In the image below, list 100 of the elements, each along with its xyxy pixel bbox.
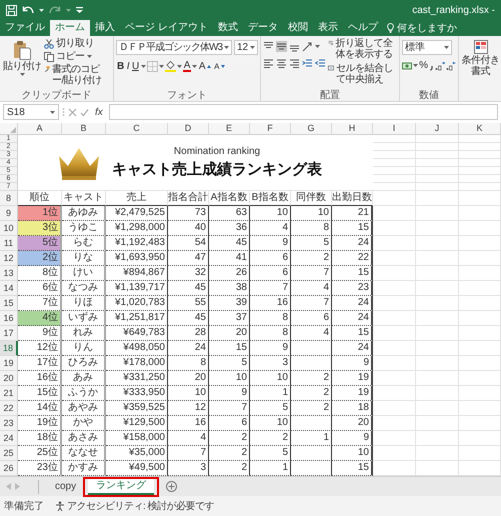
column-header[interactable]: D <box>168 123 209 135</box>
column-header[interactable]: A <box>18 123 62 135</box>
accessibility-button[interactable]: アクセシビリティ: 検討が必要です <box>54 500 216 512</box>
add-sheet-button[interactable] <box>166 481 178 492</box>
font-name-dropdown[interactable]: ＤＦＰ平成ゴシック体W3 <box>116 40 232 55</box>
empty-cell[interactable] <box>291 356 332 371</box>
accounting-format-button[interactable] <box>402 60 412 70</box>
font-size-dropdown[interactable]: 12 <box>234 40 258 55</box>
italic-button[interactable]: I <box>126 60 130 72</box>
row-header[interactable]: 13 <box>0 266 18 281</box>
row-header[interactable]: 14 <box>0 281 18 296</box>
resize-handle-icon[interactable] <box>62 107 65 117</box>
sheet-tab[interactable]: copy <box>47 478 84 494</box>
row-header[interactable]: 8 <box>0 191 18 206</box>
column-header[interactable]: B <box>62 123 106 135</box>
caret-icon[interactable] <box>315 45 320 48</box>
caret-icon[interactable] <box>39 8 44 12</box>
fill-color-button[interactable] <box>164 60 176 72</box>
row-header[interactable]: 25 <box>0 446 18 461</box>
row-header[interactable]: 12 <box>0 251 18 266</box>
previous-sheet-icon[interactable] <box>6 483 11 490</box>
column-header[interactable]: K <box>459 123 501 135</box>
caret-icon[interactable] <box>444 46 450 49</box>
customize-icon[interactable] <box>76 7 83 13</box>
ribbon-tab[interactable]: ページ レイアウト <box>120 20 213 36</box>
column-header[interactable]: C <box>106 123 168 135</box>
column-header[interactable]: I <box>373 123 416 135</box>
caret-icon[interactable] <box>176 64 182 68</box>
cut-button[interactable]: 切り取り <box>43 38 111 49</box>
grow-font-button[interactable]: A <box>198 60 212 72</box>
align-button[interactable] <box>276 58 288 69</box>
caret-icon[interactable] <box>413 64 418 67</box>
number-format-dropdown[interactable]: 標準 <box>402 40 452 55</box>
column-header[interactable]: F <box>250 123 291 135</box>
row-header[interactable]: 23 <box>0 416 18 431</box>
caret-icon[interactable] <box>86 55 92 58</box>
caret-icon[interactable] <box>20 73 24 76</box>
align-button[interactable] <box>289 58 300 69</box>
column-header[interactable]: H <box>332 123 373 135</box>
ribbon-tab[interactable]: データ <box>242 20 283 36</box>
save-icon[interactable] <box>6 4 17 16</box>
ribbon-tab[interactable]: ヘルプ <box>342 20 383 36</box>
row-header[interactable]: 10 <box>0 221 18 236</box>
row-header[interactable]: 21 <box>0 386 18 401</box>
caret-icon[interactable] <box>158 64 164 68</box>
caret-icon[interactable] <box>66 8 71 12</box>
row-header[interactable]: 17 <box>0 326 18 341</box>
decrease-decimal-button[interactable] <box>446 60 456 70</box>
format-painter-button[interactable]: 書式のコピー/貼り付け <box>43 64 111 86</box>
align-button[interactable] <box>276 41 288 52</box>
row-header[interactable]: 11 <box>0 236 18 251</box>
row-header[interactable]: 20 <box>0 371 18 386</box>
underline-button[interactable]: U <box>131 60 140 72</box>
caret-icon[interactable] <box>140 64 146 68</box>
ribbon-tab[interactable]: ホーム <box>50 20 90 36</box>
indent-button[interactable] <box>315 58 326 69</box>
column-header[interactable]: E <box>209 123 250 135</box>
ribbon-tab[interactable]: 校閲 <box>282 20 313 36</box>
orientation-button[interactable] <box>302 41 314 52</box>
column-header[interactable]: G <box>291 123 332 135</box>
empty-cell[interactable] <box>291 416 332 431</box>
conditional-formatting-button[interactable]: 条件付き書式 <box>460 38 501 101</box>
borders-button[interactable] <box>146 60 158 72</box>
caret-icon[interactable] <box>50 110 55 114</box>
row-header[interactable]: 19 <box>0 356 18 371</box>
align-button[interactable] <box>263 58 274 69</box>
caret-icon[interactable] <box>192 64 197 68</box>
paste-button[interactable]: 貼り付け <box>2 38 42 90</box>
caret-icon[interactable] <box>224 46 229 49</box>
shrink-font-button[interactable]: A <box>213 60 226 72</box>
increase-decimal-button[interactable] <box>434 60 445 70</box>
ribbon-tab[interactable]: 数式 <box>212 20 243 36</box>
wrap-text-button[interactable]: 折り返して全体を表示する <box>327 38 398 60</box>
row-header[interactable]: 16 <box>0 311 18 326</box>
indent-button[interactable] <box>302 58 314 69</box>
tell-me-button[interactable]: 何をしますか <box>382 20 461 36</box>
undo-icon[interactable] <box>22 5 34 15</box>
empty-cell[interactable] <box>291 341 332 356</box>
name-box[interactable]: S18 <box>3 104 59 120</box>
empty-cell[interactable] <box>291 446 332 461</box>
column-header[interactable]: J <box>416 123 459 135</box>
next-sheet-icon[interactable] <box>15 483 20 490</box>
sheet-tab[interactable]: ランキング <box>88 478 154 494</box>
merge-center-button[interactable]: セルを結合して中央揃え <box>327 63 398 85</box>
row-header[interactable]: 18 <box>0 341 18 356</box>
formula-field[interactable] <box>108 104 498 120</box>
insert-function-button[interactable]: fx <box>92 104 106 120</box>
percent-button[interactable]: % <box>419 60 428 71</box>
font-color-button[interactable]: A <box>182 60 191 72</box>
bold-button[interactable]: B <box>116 60 125 72</box>
row-header[interactable]: 9 <box>0 206 18 221</box>
row-header[interactable]: 24 <box>0 431 18 446</box>
row-header[interactable]: 15 <box>0 296 18 311</box>
ribbon-tab[interactable]: 挿入 <box>90 20 120 36</box>
ribbon-tab[interactable]: 表示 <box>312 20 343 36</box>
ribbon-tab[interactable]: ファイル <box>0 20 50 36</box>
row-header[interactable]: 22 <box>0 401 18 416</box>
copy-button[interactable]: コピー <box>43 51 111 62</box>
caret-icon[interactable] <box>250 46 256 49</box>
row-header[interactable]: 26 <box>0 461 18 476</box>
